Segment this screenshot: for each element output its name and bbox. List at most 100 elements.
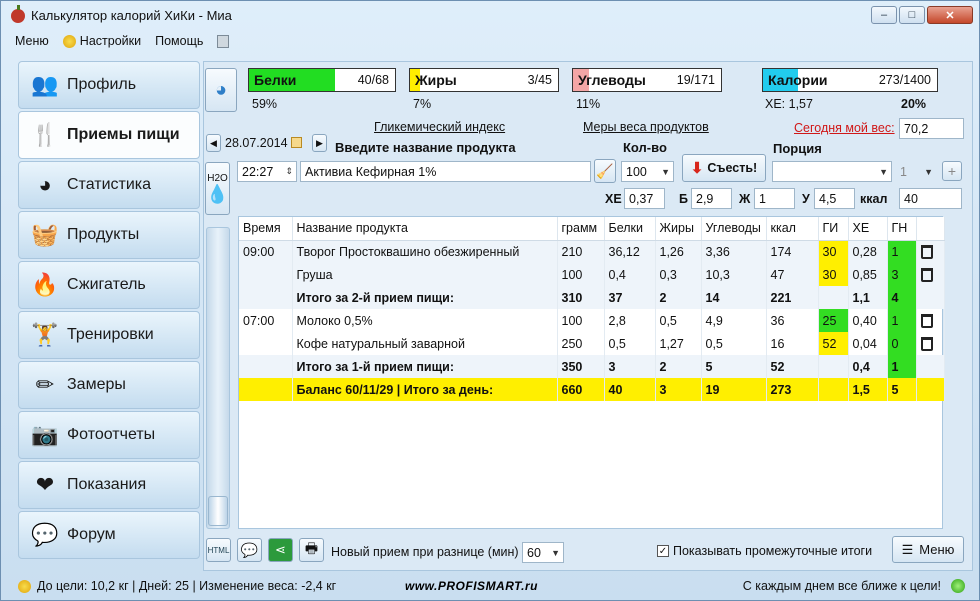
interval-select[interactable]: 60 ▼ (522, 542, 564, 563)
watermark: www.PROFISMART.ru (405, 579, 538, 593)
calculator-icon[interactable] (217, 34, 230, 48)
chat-icon[interactable]: 💬 (237, 538, 262, 562)
title-bar: Калькулятор калорий ХиКи - Миа – □ ✕ (1, 1, 979, 30)
trash-icon[interactable] (920, 314, 933, 328)
protein-short-label: Б (679, 192, 688, 206)
broom-clear-icon[interactable]: 🧹 (594, 159, 616, 183)
sidebar-item-7[interactable]: 📷 Фотоотчеты (18, 411, 200, 459)
scrollbar-thumb[interactable] (208, 496, 228, 526)
add-portion-button[interactable]: + (942, 161, 962, 181)
checkbox-checked-icon[interactable]: ✓ (657, 545, 669, 557)
trash-icon[interactable] (920, 268, 933, 282)
sidebar-item-5[interactable]: 🏋 Тренировки (18, 311, 200, 359)
water-button[interactable]: H2O 💧 (205, 162, 230, 215)
xe-input[interactable]: 0,37 (624, 188, 665, 209)
weight-input[interactable]: 70,2 (899, 118, 964, 139)
sidebar-item-1[interactable]: 🍴 Приемы пищи (18, 111, 200, 159)
interval-value: 60 (527, 545, 541, 560)
table-row[interactable]: Кофе натуральный заварной 250 0,5 1,27 0,5 16… (239, 332, 945, 355)
cell-gn: 5 (887, 378, 917, 401)
weight-measures-link[interactable]: Меры веса продуктов (583, 120, 709, 134)
trash-icon[interactable] (920, 245, 933, 260)
chevron-down-icon: ▼ (924, 166, 933, 177)
cell-u: 5 (701, 355, 767, 378)
print-icon[interactable]: 🖶 (299, 538, 324, 562)
fat-value: 3/45 (527, 73, 552, 87)
chevron-down-icon: ▼ (879, 166, 888, 177)
show-totals-checkbox[interactable]: ✓ Показывать промежуточные итоги (657, 544, 872, 558)
share-icon[interactable]: ⋖ (268, 538, 293, 562)
time-spinner-icon[interactable]: ⇕ (285, 166, 293, 177)
weight-today-link[interactable]: Сегодня мой вес: (794, 121, 895, 135)
next-date-button[interactable]: ▶ (312, 134, 327, 152)
table-row[interactable]: Баланс 60/11/29 | Итого за день: 660 40 3 19… (239, 378, 945, 401)
delete-cell (916, 240, 945, 263)
statistics-pie-button[interactable]: ◕ (205, 68, 237, 112)
sidebar-item-8[interactable]: ❤ Показания (18, 461, 200, 509)
column-header[interactable]: ХЕ (848, 217, 888, 241)
column-header[interactable]: Название продукта (292, 217, 558, 241)
product-search-input[interactable]: Активиа Кефирная 1% (300, 161, 591, 182)
table-row[interactable]: Итого за 2-й прием пищи: 310 37 2 14 221 1,1 4 (239, 286, 945, 309)
html-export-icon[interactable]: HTML (206, 538, 231, 562)
fat-input[interactable]: 1 (754, 188, 795, 209)
column-header[interactable]: ГИ (818, 217, 849, 241)
protein-bar: Белки 40/68 (248, 68, 396, 92)
sidebar-item-9[interactable]: 💬 Форум (18, 511, 200, 559)
column-header[interactable]: ккал (766, 217, 819, 241)
eat-button[interactable]: ⬇ Съесть! (682, 154, 766, 182)
portion-select[interactable]: ▼ (772, 161, 892, 182)
sidebar-item-3[interactable]: 🧺 Продукты (18, 211, 200, 259)
basket-icon: 🧺 (31, 222, 59, 247)
cell-time (239, 378, 293, 401)
cell-g: 100 (557, 309, 605, 332)
cell-g: 210 (557, 240, 605, 263)
quantity-value: 100 (626, 164, 647, 179)
maximize-button[interactable]: □ (899, 6, 925, 24)
close-button[interactable]: ✕ (927, 6, 973, 24)
menu-item-help[interactable]: Помощь (155, 34, 203, 48)
portion-count-value: 1 (900, 164, 907, 179)
column-header[interactable]: Жиры (655, 217, 702, 241)
prev-date-button[interactable]: ◀ (206, 134, 221, 152)
table-row[interactable]: Груша 100 0,4 0,3 10,3 47 30 0,85 3 (239, 263, 945, 286)
column-header[interactable] (916, 217, 945, 241)
column-header[interactable]: ГН (887, 217, 917, 241)
minimize-button[interactable]: – (871, 6, 897, 24)
protein-input[interactable]: 2,9 (691, 188, 732, 209)
menu-item-menu[interactable]: Меню (15, 34, 49, 48)
calendar-icon[interactable] (290, 137, 302, 148)
date-field[interactable]: 28.07.2014 (223, 132, 309, 153)
vertical-scrollbar[interactable] (206, 227, 230, 529)
portion-count-select[interactable]: 1 ▼ (895, 161, 937, 182)
glycemic-index-link[interactable]: Гликемический индекс (374, 120, 505, 134)
sidebar-item-4[interactable]: 🔥 Сжигатель (18, 261, 200, 309)
kcal-input[interactable]: 40 (899, 188, 962, 209)
table-row[interactable]: 09:00 Творог Простоквашино обезжиренный 21… (239, 240, 945, 263)
sidebar-item-6[interactable]: ✏ Замеры (18, 361, 200, 409)
sidebar-item-0[interactable]: 👥 Профиль (18, 61, 200, 109)
column-header[interactable]: грамм (557, 217, 605, 241)
eat-button-label: Съесть! (707, 161, 758, 175)
column-header[interactable]: Белки (604, 217, 656, 241)
column-header[interactable]: Углеводы (701, 217, 767, 241)
sidebar-item-2[interactable]: ◕ Статистика (18, 161, 200, 209)
time-input[interactable]: 22:27 ⇕ (237, 161, 297, 182)
cell-zh: 3 (655, 378, 702, 401)
trash-icon[interactable] (920, 337, 933, 351)
quantity-select[interactable]: 100 ▼ (621, 161, 674, 182)
menu-item-settings[interactable]: Настройки (80, 34, 141, 48)
cell-b: 36,12 (604, 240, 656, 263)
cell-zh: 0,3 (655, 263, 702, 286)
cell-g: 350 (557, 355, 605, 378)
sidebar-item-label: Статистика (67, 176, 152, 193)
column-header[interactable]: Время (239, 217, 293, 241)
carbs-input[interactable]: 4,5 (814, 188, 855, 209)
table-row[interactable]: Итого за 1-й прием пищи: 350 3 2 5 52 0,4 1 (239, 355, 945, 378)
fat-label: Жиры (415, 72, 457, 88)
goal-status: До цели: 10,2 кг | Дней: 25 | Изменение … (37, 579, 337, 593)
table-row[interactable]: 07:00 Молоко 0,5% 100 2,8 0,5 4,9 36 25 0,40 1 (239, 309, 945, 332)
cell-g: 250 (557, 332, 605, 355)
menu-button[interactable]: ☰ Меню (892, 536, 964, 563)
cell-u: 19 (701, 378, 767, 401)
